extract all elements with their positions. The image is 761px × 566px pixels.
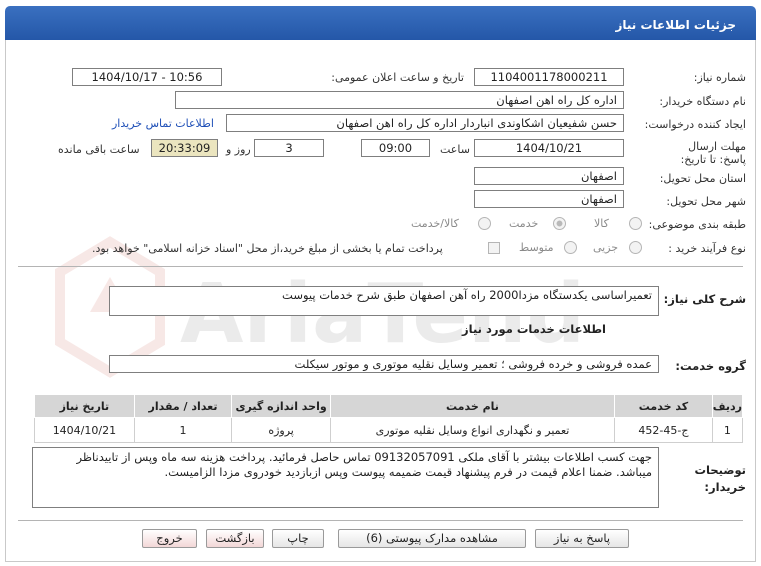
- need-date-cell: 1404/10/21: [34, 417, 135, 443]
- deadline-time-field: 09:00: [361, 139, 430, 157]
- deadline-hour-label: ساعت: [440, 143, 470, 156]
- process-minor-label: جزیی: [593, 241, 619, 254]
- requester-field: حسن شفیعیان اشکاوندی انباردار اداره کل ر…: [226, 114, 624, 132]
- divider-bottom: [18, 520, 743, 521]
- buyer-notes-field: جهت کسب اطلاعات بیشتر با آقای ملکی 09132…: [32, 447, 659, 508]
- process-medium-label: متوسط: [519, 241, 554, 254]
- service-group-field: عمده فروشی و خرده فروشی ؛ تعمیر وسایل نق…: [109, 355, 659, 373]
- category-goods-service-label: کالا/خدمت: [411, 217, 459, 230]
- quantity-cell: 1: [133, 417, 233, 443]
- col-code-header: کد خدمت: [614, 394, 713, 418]
- divider-top: [18, 266, 743, 267]
- general-desc-label: شرح کلی نیاز:: [663, 292, 746, 306]
- remaining-time-field: 20:33:09: [151, 139, 218, 157]
- deadline-date-field: 1404/10/21: [474, 139, 624, 157]
- buyer-notes-label: توضیحات خریدار:: [694, 463, 747, 494]
- city-field: اصفهان: [474, 190, 624, 208]
- category-service-label: خدمت: [509, 217, 539, 230]
- service-name-cell: تعمیر و نگهداری انواع وسایل نقلیه موتوری: [329, 417, 616, 443]
- col-unit-header: واحد اندازه گیری: [231, 394, 331, 418]
- table-header-row: ردیف کد خدمت نام خدمت واحد اندازه گیری ت…: [34, 394, 744, 418]
- print-button[interactable]: چاپ: [272, 529, 324, 548]
- view-docs-button[interactable]: مشاهده مدارک پیوستی (6): [338, 529, 526, 548]
- services-info-heading: اطلاعات خدمات مورد نیاز: [462, 322, 606, 336]
- buyer-org-field: اداره کل راه اهن اصفهان: [175, 91, 624, 109]
- process-radio-minor[interactable]: [629, 241, 642, 254]
- col-name-header: نام خدمت: [329, 394, 616, 418]
- back-button[interactable]: بازگشت: [206, 529, 264, 548]
- reply-button[interactable]: پاسخ به نیاز: [535, 529, 629, 548]
- announce-date-field: 1404/10/17 - 10:56: [72, 68, 222, 86]
- days-field: 3: [254, 139, 324, 157]
- buyer-notes-line-2: میباشد. ضمنا اعلام قیمت در فرم پیشنهاد ق…: [164, 465, 652, 479]
- city-label: شهر محل تحویل:: [666, 195, 746, 208]
- category-label: طبقه بندی موضوعی:: [648, 218, 746, 231]
- category-goods-label: کالا: [594, 217, 609, 230]
- col-qty-header: تعداد / مقدار: [133, 394, 233, 418]
- process-radio-medium[interactable]: [564, 241, 577, 254]
- page-title: جزئیات اطلاعات نیاز: [615, 18, 736, 32]
- page-title-bar: جزئیات اطلاعات نیاز: [5, 6, 756, 40]
- province-field: اصفهان: [474, 167, 624, 185]
- service-code-cell: ج-45-452: [614, 417, 713, 443]
- announce-date-label: تاریخ و ساعت اعلان عمومی:: [331, 71, 464, 84]
- requester-label: ایجاد کننده درخواست:: [644, 118, 746, 131]
- col-row-header: ردیف: [711, 394, 744, 418]
- col-date-header: تاریخ نیاز: [34, 394, 135, 418]
- need-number-label: شماره نیاز:: [693, 71, 746, 84]
- category-radio-service[interactable]: [553, 217, 566, 230]
- unit-cell: پروژه: [231, 417, 331, 443]
- need-number-field: 1104001178000211: [474, 68, 624, 86]
- remaining-label: ساعت باقی مانده: [58, 143, 140, 156]
- exit-button[interactable]: خروج: [142, 529, 197, 548]
- treasury-note: پرداخت تمام یا بخشی از مبلغ خرید،از محل …: [92, 242, 443, 255]
- province-label: استان محل تحویل:: [659, 172, 746, 185]
- deadline-label: مهلت ارسال پاسخ: تا تاریخ:: [680, 140, 746, 166]
- buyer-contact-link[interactable]: اطلاعات تماس خریدار: [112, 117, 214, 130]
- general-desc-field: تعمیراساسی یکدستگاه مزدا2000 راه آهن اصف…: [109, 286, 659, 316]
- row-number-cell: 1: [711, 417, 744, 443]
- buyer-notes-line-1: جهت کسب اطلاعات بیشتر با آقای ملکی 09132…: [76, 450, 652, 464]
- buyer-org-label: نام دستگاه خریدار:: [659, 95, 746, 108]
- process-type-label: نوع فرآیند خرید :: [668, 242, 746, 255]
- services-table: ردیف کد خدمت نام خدمت واحد اندازه گیری ت…: [34, 394, 744, 443]
- service-group-label: گروه خدمت:: [675, 359, 746, 373]
- table-row: 1 ج-45-452 تعمیر و نگهداری انواع وسایل ن…: [34, 417, 744, 443]
- category-radio-goods-service[interactable]: [478, 217, 491, 230]
- day-and-label: روز و: [226, 143, 251, 156]
- treasury-checkbox[interactable]: [488, 242, 500, 254]
- category-radio-goods[interactable]: [629, 217, 642, 230]
